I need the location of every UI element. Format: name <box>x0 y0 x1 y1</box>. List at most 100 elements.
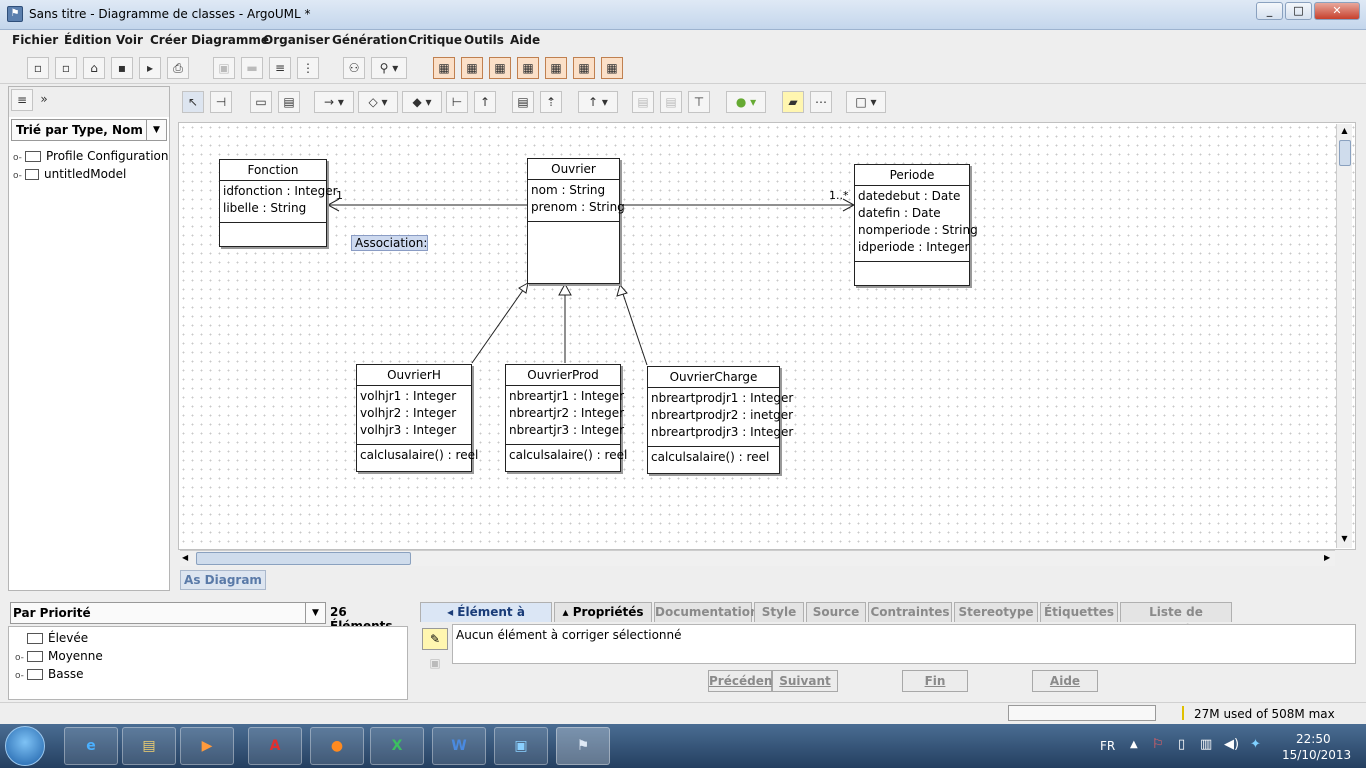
print-icon[interactable]: ⎙ <box>167 57 189 79</box>
class-ouvrierh[interactable]: OuvrierH volhjr1 : Integer volhjr2 : Int… <box>356 364 478 472</box>
adobe-reader-icon[interactable]: A <box>248 727 302 765</box>
select-tool-icon[interactable]: ↖ <box>182 91 204 113</box>
save-as-icon[interactable]: ▸ <box>139 57 161 79</box>
new-todo-icon[interactable]: ✎ <box>422 628 448 650</box>
menu-generation[interactable]: Génération <box>332 33 407 47</box>
vertical-scroll-thumb[interactable] <box>1339 140 1351 166</box>
enumeration-tool-icon[interactable]: ⊤ <box>688 91 710 113</box>
minimize-button[interactable]: _ <box>1256 2 1283 20</box>
sequence-diagram-icon[interactable]: ▦ <box>601 57 623 79</box>
chevron-down-icon[interactable]: ▼ <box>146 120 166 140</box>
class-periode[interactable]: Periode datedebut : Date datefin : Date … <box>854 164 978 286</box>
class-fonction[interactable]: Fonction idfonction : Integer libelle : … <box>219 159 338 247</box>
menu-fichier[interactable]: Fichier <box>12 33 58 47</box>
start-button-icon[interactable] <box>5 726 45 766</box>
properties-icon[interactable]: ▣ <box>213 57 235 79</box>
file-explorer-icon[interactable]: ▤ <box>122 727 176 765</box>
deployment-diagram-icon[interactable]: ▦ <box>573 57 595 79</box>
argouml-taskbar-icon[interactable]: ⚑ <box>556 727 610 765</box>
tab-source[interactable]: Source <box>806 602 866 622</box>
dependency-tool-icon[interactable]: ⊢ <box>446 91 468 113</box>
add-operation-icon[interactable]: ▤ <box>660 91 682 113</box>
tab-stereotype[interactable]: Stereotype <box>954 602 1038 622</box>
tab-as-diagram[interactable]: As Diagram <box>180 570 266 590</box>
dropbox-icon[interactable]: ✦ <box>1250 737 1261 752</box>
delete-icon[interactable]: ▬ <box>241 57 263 79</box>
collaboration-diagram-icon[interactable]: ▦ <box>545 57 567 79</box>
package-tool-icon[interactable]: ▭ <box>250 91 272 113</box>
align-icon[interactable]: ≡ <box>269 57 291 79</box>
tree-handle-icon[interactable]: o- <box>15 653 24 663</box>
perspective-icon[interactable]: ≡ <box>11 89 33 111</box>
menu-organiser[interactable]: Organiser <box>263 33 330 47</box>
usecase-diagram-icon[interactable]: ▦ <box>461 57 483 79</box>
menu-creer-diagramme[interactable]: Créer Diagramme <box>150 33 269 47</box>
datatype-tool-icon[interactable]: ● ▾ <box>726 91 766 113</box>
tab-liste-de-controle[interactable]: Liste de contrôle <box>1120 602 1232 637</box>
language-indicator[interactable]: FR <box>1100 739 1115 753</box>
resolve-todo-icon[interactable]: ▣ <box>422 656 448 674</box>
close-button[interactable]: ✕ <box>1314 2 1360 20</box>
vertical-scrollbar[interactable]: ▲ ▼ <box>1336 124 1352 548</box>
aggregation-tool-icon[interactable]: ◇ ▾ <box>358 91 398 113</box>
action-center-icon[interactable]: ⚐ <box>1152 737 1164 752</box>
broom-tool-icon[interactable]: ⊣ <box>210 91 232 113</box>
zoom-icon[interactable]: ⚲ ▾ <box>371 57 407 79</box>
association-label[interactable]: Association: <box>351 235 428 251</box>
composition-tool-icon[interactable]: ◆ ▾ <box>402 91 442 113</box>
expand-icon[interactable]: » <box>36 89 52 111</box>
add-attribute-icon[interactable]: ▤ <box>632 91 654 113</box>
excel-icon[interactable]: X <box>370 727 424 765</box>
tree-item-untitledmodel[interactable]: o-untitledModel <box>13 167 126 181</box>
volume-icon[interactable]: ◀) <box>1224 737 1239 752</box>
class-tool-icon[interactable]: ▤ <box>278 91 300 113</box>
state-diagram-icon[interactable]: ▦ <box>489 57 511 79</box>
firefox-icon[interactable]: ● <box>310 727 364 765</box>
open-file-icon[interactable]: ⌂ <box>83 57 105 79</box>
finish-button[interactable]: Fin <box>902 670 968 692</box>
clock-date[interactable]: 15/10/2013 <box>1282 748 1351 762</box>
comment-tool-icon[interactable]: ▰ <box>782 91 804 113</box>
new-file-icon[interactable]: ▫ <box>27 57 49 79</box>
comment-link-icon[interactable]: ⋯ <box>810 91 832 113</box>
chevron-down-icon[interactable]: ▼ <box>305 603 325 623</box>
class-ouvriercharge[interactable]: OuvrierCharge nbreartprodjr1 : Integer n… <box>647 366 793 474</box>
attribute-tool-icon[interactable]: ↑ ▾ <box>578 91 618 113</box>
generalization-tool-icon[interactable]: ↑ <box>474 91 496 113</box>
tree-handle-icon[interactable]: o- <box>13 171 22 181</box>
horizontal-scroll-thumb[interactable] <box>196 552 411 565</box>
previous-button[interactable]: Précédent <box>708 670 778 692</box>
scroll-down-icon[interactable]: ▼ <box>1338 534 1351 544</box>
priority-combo[interactable]: Par Priorité ▼ <box>10 602 326 624</box>
interface-tool-icon[interactable]: ▤ <box>512 91 534 113</box>
tab-documentation[interactable]: Documentation <box>654 602 759 622</box>
menu-outils[interactable]: Outils <box>464 33 504 47</box>
find-icon[interactable]: ⚇ <box>343 57 365 79</box>
photo-viewer-icon[interactable]: ▣ <box>494 727 548 765</box>
save-icon[interactable]: ▪ <box>111 57 133 79</box>
clock-time[interactable]: 22:50 <box>1296 732 1331 746</box>
todo-item-elevee[interactable]: Élevée <box>15 631 88 645</box>
maximize-button[interactable]: □ <box>1285 2 1312 20</box>
scroll-up-icon[interactable]: ▲ <box>1338 126 1351 136</box>
class-diagram-icon[interactable]: ▦ <box>433 57 455 79</box>
media-player-icon[interactable]: ▶ <box>180 727 234 765</box>
distribute-icon[interactable]: ⋮ <box>297 57 319 79</box>
todo-item-basse[interactable]: o- Basse <box>15 667 83 681</box>
sort-combo[interactable]: Trié par Type, Nom ▼ <box>11 119 167 141</box>
scroll-right-icon[interactable]: ▶ <box>1324 553 1334 562</box>
tab-contraintes[interactable]: Contraintes <box>868 602 952 622</box>
tab-style[interactable]: Style <box>754 602 804 622</box>
horizontal-scrollbar[interactable]: ◀ ▶ <box>180 550 1335 566</box>
show-hidden-icons-icon[interactable]: ▲ <box>1130 739 1138 750</box>
next-button[interactable]: Suivant <box>772 670 838 692</box>
class-ouvrierprod[interactable]: OuvrierProd nbreartjr1 : Integer nbreart… <box>505 364 627 472</box>
tree-handle-icon[interactable]: o- <box>13 153 22 163</box>
help-button[interactable]: Aide <box>1032 670 1098 692</box>
new-from-template-icon[interactable]: ▫ <box>55 57 77 79</box>
tab-element-a-corriger[interactable]: ◂ Élément à corriger <box>420 602 552 637</box>
shape-tool-icon[interactable]: □ ▾ <box>846 91 886 113</box>
menu-voir[interactable]: Voir <box>116 33 143 47</box>
association-tool-icon[interactable]: → ▾ <box>314 91 354 113</box>
menu-critique[interactable]: Critique <box>408 33 462 47</box>
